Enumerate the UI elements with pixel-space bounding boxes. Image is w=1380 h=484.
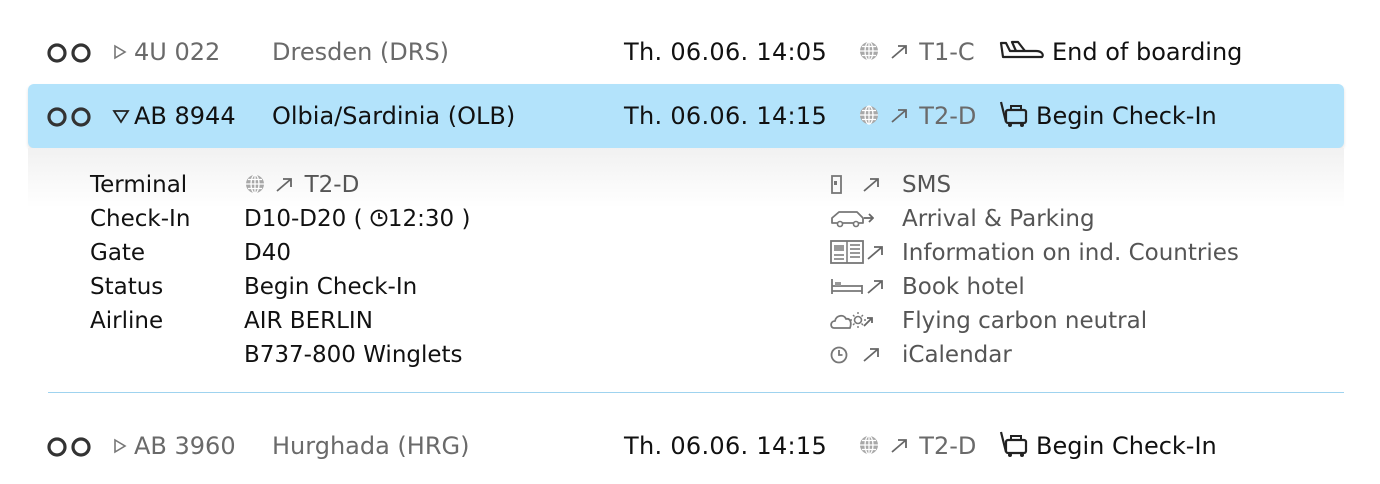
status-label: End of boarding (1052, 38, 1243, 66)
flight-details-panel (28, 148, 1344, 392)
watch-flight-icon[interactable] (46, 84, 96, 148)
flight-row-selected[interactable]: AB 8944 Olbia/Sardinia (OLB) Th. 06.06. … (28, 84, 1344, 148)
status-label: Begin Check-In (1036, 102, 1217, 130)
carbon-neutral-label: Flying carbon neutral (902, 308, 1148, 334)
checkin-desks: D10-D20 ( (244, 206, 363, 232)
gate-label: Gate (90, 240, 146, 266)
airline-value: AIR BERLIN (244, 308, 373, 334)
external-link-arrow-icon (860, 172, 884, 198)
clock-icon (370, 206, 388, 232)
previous-row-cut-off (0, 0, 1380, 6)
flight-status: End of boarding (998, 20, 1242, 84)
country-info-link[interactable]: Information on ind. Countries (830, 236, 1239, 270)
arrival-parking-label: Arrival & Parking (902, 206, 1095, 232)
terminal-label: T1-C (919, 38, 975, 66)
status-label: Status (90, 274, 164, 300)
collapse-triangle-icon[interactable] (112, 84, 130, 148)
watch-flight-icon[interactable] (46, 20, 96, 84)
globe-icon (858, 432, 880, 460)
destination: Dresden (DRS) (272, 38, 450, 66)
flight-number[interactable]: AB 3960 (134, 414, 236, 478)
expand-triangle-icon[interactable] (112, 20, 128, 84)
terminal-link[interactable]: T2-D (858, 414, 976, 478)
mobile-phone-icon (830, 172, 860, 198)
flight-row[interactable]: AB 3960 Hurghada (HRG) Th. 06.06. 14:15 … (28, 414, 1344, 478)
check-in-desk-icon (998, 431, 1036, 460)
status-label: Begin Check-In (1036, 432, 1217, 460)
country-info-label: Information on ind. Countries (902, 240, 1239, 266)
globe-icon (244, 172, 266, 198)
external-link-arrow-icon (888, 102, 912, 130)
clock-icon (830, 342, 860, 368)
carbon-neutral-link[interactable]: Flying carbon neutral (830, 304, 1147, 338)
checkin-close-paren: ) (461, 206, 471, 232)
expand-triangle-icon[interactable] (112, 414, 128, 478)
book-hotel-link[interactable]: Book hotel (830, 270, 1025, 304)
airline-label: Airline (90, 308, 164, 334)
plane-landing-icon (998, 38, 1052, 66)
globe-icon (858, 38, 880, 66)
bed-icon (830, 274, 864, 300)
flight-row[interactable]: 4U 022 Dresden (DRS) Th. 06.06. 14:05 T1… (28, 20, 1344, 84)
terminal-link[interactable]: T1-C (858, 20, 975, 84)
destination: Olbia/Sardinia (OLB) (272, 102, 516, 130)
checkin-value: D10-D20 ( 12:30 ) (244, 202, 470, 236)
flight-number[interactable]: 4U 022 (134, 20, 220, 84)
cloud-sun-icon (830, 308, 874, 334)
external-link-arrow-icon (860, 342, 884, 368)
departure-time: Th. 06.06. 14:05 (624, 38, 828, 66)
globe-icon (858, 102, 880, 130)
terminal-label: T2-D (919, 102, 977, 130)
icalendar-label: iCalendar (902, 342, 1012, 368)
flight-status: Begin Check-In (998, 84, 1217, 148)
terminal-value: T2-D (304, 172, 360, 198)
country-info-icon (830, 239, 864, 266)
watch-flight-icon[interactable] (46, 414, 96, 478)
checkin-label: Check-In (90, 206, 191, 232)
checkin-time: 12:30 (387, 206, 455, 232)
aircraft-value: B737-800 Winglets (244, 342, 463, 368)
external-link-arrow-icon (273, 172, 297, 198)
car-icon (830, 206, 875, 232)
external-link-arrow-icon (864, 240, 888, 266)
arrival-parking-link[interactable]: Arrival & Parking (830, 202, 1095, 236)
departure-time: Th. 06.06. 14:15 (624, 432, 828, 460)
book-hotel-label: Book hotel (902, 274, 1025, 300)
terminal-label: T2-D (919, 432, 977, 460)
terminal-link[interactable]: T2-D (858, 84, 976, 148)
destination: Hurghada (HRG) (272, 432, 470, 460)
row-divider (48, 392, 1344, 393)
external-link-arrow-icon (888, 38, 912, 66)
external-link-arrow-icon (864, 274, 888, 300)
icalendar-link[interactable]: iCalendar (830, 338, 1012, 372)
departure-time: Th. 06.06. 14:15 (624, 102, 828, 130)
terminal-label: Terminal (90, 172, 188, 198)
status-value: Begin Check-In (244, 274, 418, 300)
flight-number[interactable]: AB 8944 (134, 84, 236, 148)
sms-link[interactable]: SMS (830, 168, 951, 202)
terminal-link[interactable]: T2-D (244, 168, 359, 202)
external-link-arrow-icon (888, 432, 912, 460)
flight-status: Begin Check-In (998, 414, 1217, 478)
sms-label: SMS (902, 172, 952, 198)
gate-value: D40 (244, 240, 291, 266)
check-in-desk-icon (998, 101, 1036, 130)
